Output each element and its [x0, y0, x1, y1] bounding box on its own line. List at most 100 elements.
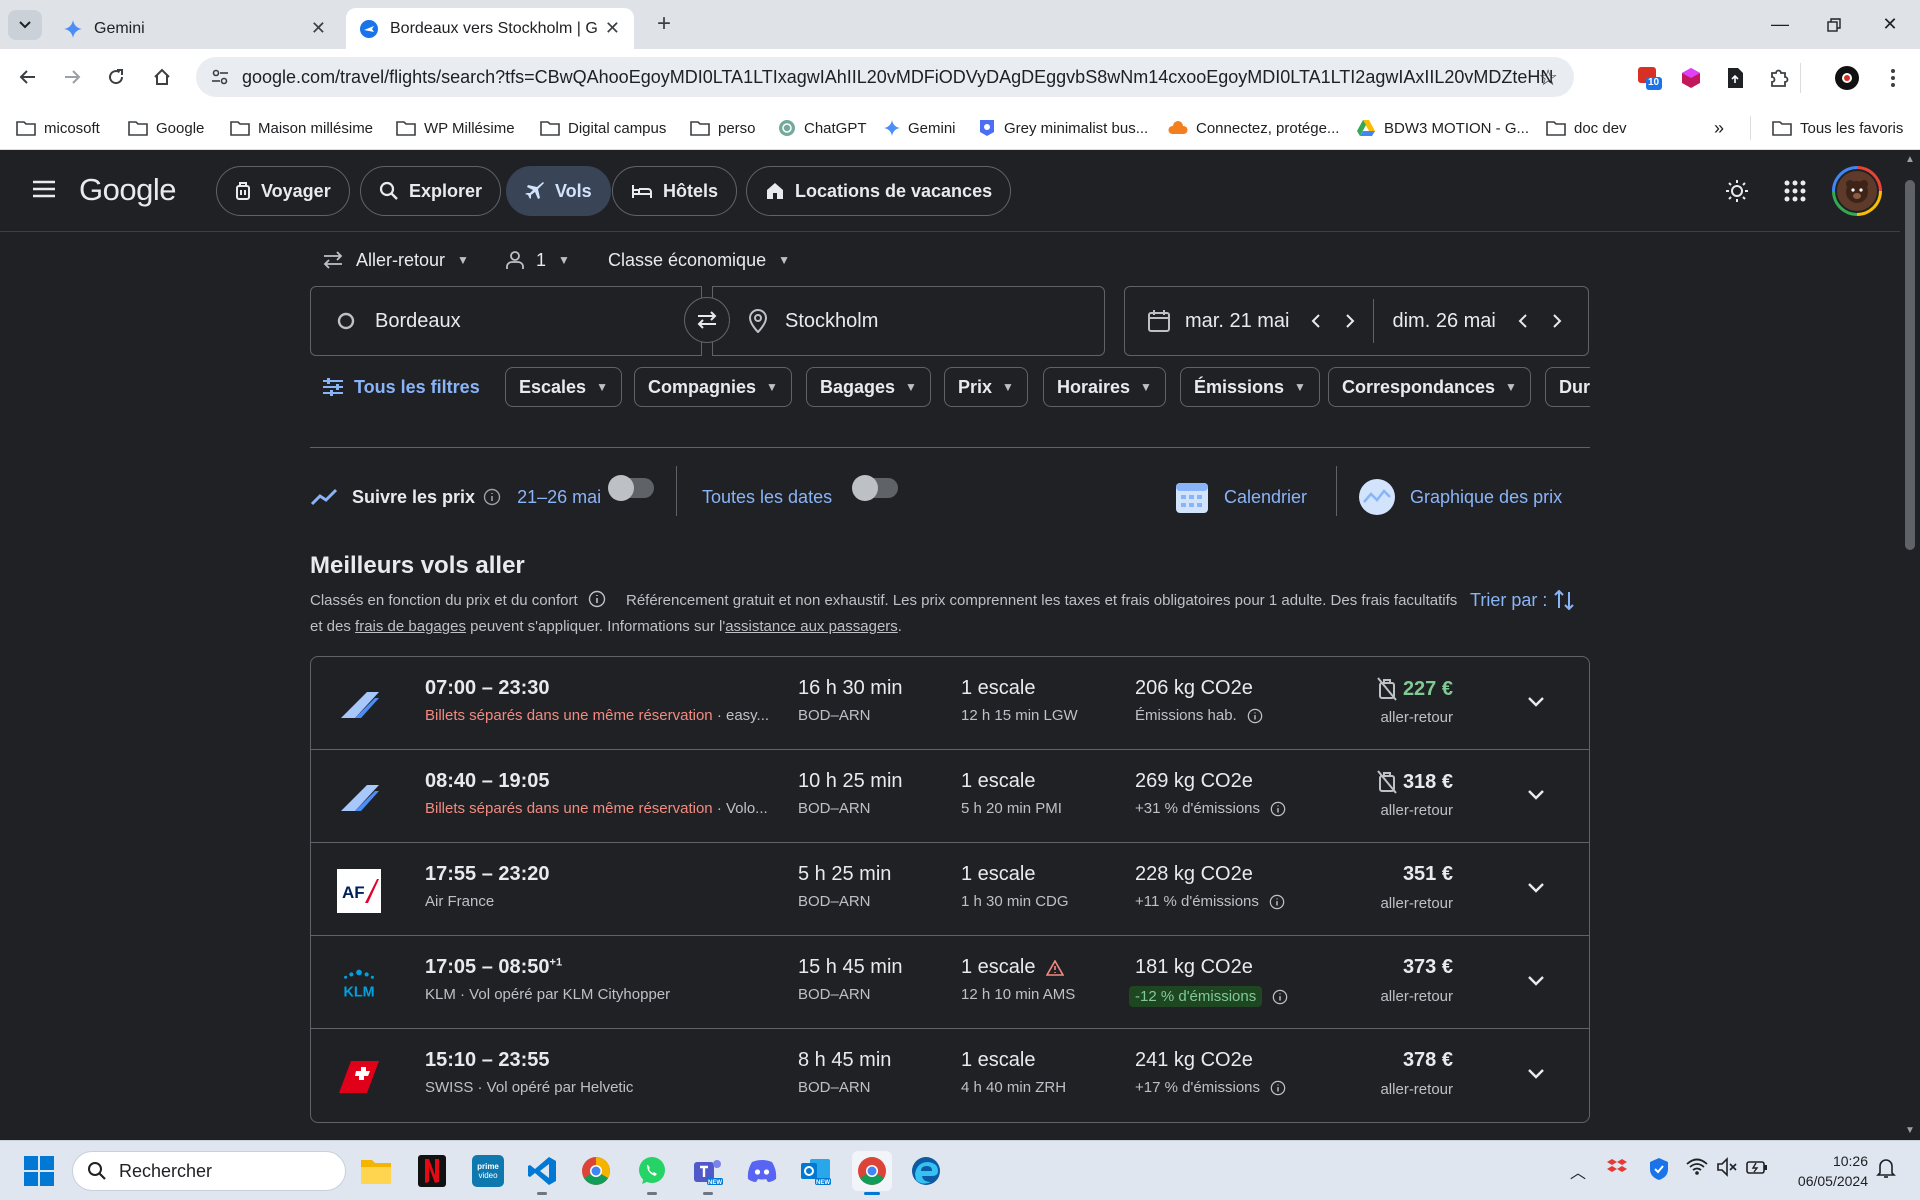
- account-avatar[interactable]: [1832, 166, 1882, 216]
- expand-chevron-icon[interactable]: [1521, 780, 1551, 810]
- forward-button[interactable]: [56, 61, 88, 93]
- filter-bagages[interactable]: Bagages ▼: [806, 367, 931, 407]
- main-menu-icon[interactable]: [32, 180, 56, 203]
- return-date[interactable]: dim. 26 mai: [1392, 310, 1495, 333]
- google-logo[interactable]: Google: [79, 172, 176, 208]
- windows-start-icon[interactable]: [24, 1156, 54, 1191]
- filter-horaires[interactable]: Horaires ▼: [1043, 367, 1166, 407]
- whatsapp-icon[interactable]: [632, 1151, 672, 1195]
- tab-search-button[interactable]: [8, 10, 42, 40]
- dropbox-tray-icon[interactable]: [1606, 1157, 1628, 1184]
- restore-button[interactable]: [1806, 0, 1862, 49]
- all-filters-button[interactable]: Tous les filtres: [322, 367, 480, 407]
- filter-correspondances[interactable]: Correspondances ▼: [1328, 367, 1531, 407]
- bookmark-drive[interactable]: BDW3 MOTION - G...: [1356, 106, 1529, 150]
- next-return-icon[interactable]: [1552, 313, 1562, 329]
- bookmark-canva[interactable]: Grey minimalist bus...: [978, 106, 1148, 150]
- info-icon[interactable]: [588, 590, 606, 608]
- flight-result-row[interactable]: 08:40 – 19:05 Billets séparés dans une mê…: [311, 750, 1589, 843]
- cabin-class-select[interactable]: Classe économique ▼: [608, 240, 790, 280]
- passengers-select[interactable]: 1 ▼: [506, 240, 570, 280]
- tab-gemini[interactable]: Gemini ✕: [50, 8, 340, 49]
- security-shield-icon[interactable]: [1648, 1157, 1670, 1186]
- filter-prix[interactable]: Prix ▼: [944, 367, 1028, 407]
- more-bookmarks-icon[interactable]: »: [1714, 106, 1724, 150]
- track-dates-toggle[interactable]: [608, 475, 654, 501]
- bookmark-folder[interactable]: Maison millésime: [230, 106, 373, 150]
- baggage-fees-link[interactable]: frais de bagages: [355, 618, 466, 635]
- page-scrollbar[interactable]: ▲ ▼: [1900, 150, 1920, 1140]
- file-extension-icon[interactable]: [1722, 65, 1748, 91]
- menu-kebab-icon[interactable]: [1880, 65, 1906, 91]
- expand-chevron-icon[interactable]: [1521, 873, 1551, 903]
- site-settings-icon[interactable]: [210, 67, 230, 92]
- vscode-icon[interactable]: [522, 1151, 562, 1195]
- bookmark-folder[interactable]: Digital campus: [540, 106, 666, 150]
- flight-result-row[interactable]: 07:00 – 23:30 Billets séparés dans une mê…: [311, 657, 1589, 750]
- apps-grid-icon[interactable]: [1784, 180, 1806, 207]
- bookmark-folder[interactable]: micosoft: [16, 106, 100, 150]
- nav-vols[interactable]: Vols: [506, 166, 611, 216]
- notification-bell-icon[interactable]: [1876, 1157, 1896, 1184]
- filter-escales[interactable]: Escales ▼: [505, 367, 622, 407]
- flight-result-row[interactable]: KLM 17:05 – 08:50+1 KLM · Vol opéré par KL…: [311, 936, 1589, 1029]
- scroll-down-icon[interactable]: ▼: [1905, 1125, 1915, 1136]
- filter-emissions[interactable]: Émissions ▼: [1180, 367, 1320, 407]
- calendar-button[interactable]: Calendrier: [1174, 472, 1307, 522]
- bookmark-chatgpt[interactable]: ChatGPT: [778, 106, 867, 150]
- extension-badge-icon[interactable]: 10: [1636, 65, 1662, 91]
- scroll-up-icon[interactable]: ▲: [1905, 154, 1915, 165]
- taskbar-search[interactable]: Rechercher: [72, 1151, 346, 1191]
- edge-icon[interactable]: [906, 1151, 946, 1191]
- nav-voyager[interactable]: Voyager: [216, 166, 350, 216]
- bookmark-folder[interactable]: doc dev: [1546, 106, 1627, 150]
- bookmark-gemini[interactable]: Gemini: [884, 106, 956, 150]
- home-button[interactable]: [146, 61, 178, 93]
- info-icon[interactable]: [1269, 894, 1285, 910]
- nav-vacation-rentals[interactable]: Locations de vacances: [746, 166, 1012, 216]
- nav-hotels[interactable]: Hôtels: [612, 166, 738, 216]
- flight-result-row[interactable]: 15:10 – 23:55 SWISS · Vol opéré par Helve…: [311, 1029, 1589, 1122]
- flight-result-row[interactable]: AF 17:55 – 23:20 Air France 5 h 25 min BOD–A…: [311, 843, 1589, 936]
- chrome-icon[interactable]: [576, 1151, 616, 1191]
- filter-duree[interactable]: Duré: [1545, 367, 1590, 407]
- expand-chevron-icon[interactable]: [1521, 687, 1551, 717]
- extensions-puzzle-icon[interactable]: [1766, 65, 1792, 91]
- price-graph-button[interactable]: Graphique des prix: [1358, 472, 1562, 522]
- passenger-assistance-link[interactable]: assistance aux passagers: [725, 618, 898, 635]
- origin-field[interactable]: Bordeaux: [310, 286, 702, 356]
- reload-button[interactable]: [100, 61, 132, 93]
- info-icon[interactable]: [1247, 708, 1263, 724]
- info-icon[interactable]: [1270, 801, 1286, 817]
- bookmark-folder[interactable]: perso: [690, 106, 756, 150]
- prev-depart-icon[interactable]: [1311, 313, 1321, 329]
- close-tab-icon[interactable]: ✕: [311, 18, 326, 39]
- close-window-button[interactable]: ✕: [1862, 0, 1918, 49]
- volume-muted-icon[interactable]: [1716, 1157, 1738, 1182]
- taskbar-clock[interactable]: 10:26 06/05/2024: [1798, 1151, 1868, 1191]
- file-explorer-icon[interactable]: [356, 1151, 396, 1191]
- tab-flights[interactable]: Bordeaux vers Stockholm | Goo ✕: [346, 8, 634, 49]
- wifi-icon[interactable]: [1686, 1157, 1708, 1182]
- info-icon[interactable]: [1272, 989, 1288, 1005]
- trip-type-select[interactable]: Aller-retour ▼: [322, 240, 469, 280]
- back-button[interactable]: [12, 61, 44, 93]
- chrome-active-icon[interactable]: [852, 1151, 892, 1195]
- info-icon[interactable]: [483, 488, 501, 506]
- expand-chevron-icon[interactable]: [1521, 1059, 1551, 1089]
- bookmark-cloud[interactable]: Connectez, protége...: [1168, 106, 1339, 150]
- depart-date[interactable]: mar. 21 mai: [1185, 310, 1289, 333]
- close-tab-icon[interactable]: ✕: [605, 18, 620, 39]
- bookmark-folder[interactable]: WP Millésime: [396, 106, 515, 150]
- outlook-icon[interactable]: NEW: [796, 1151, 836, 1191]
- info-icon[interactable]: [1270, 1080, 1286, 1096]
- destination-field[interactable]: Stockholm: [712, 286, 1105, 356]
- date-range-field[interactable]: mar. 21 mai dim. 26 mai: [1124, 286, 1589, 356]
- teams-icon[interactable]: NEW: [688, 1151, 728, 1195]
- tray-chevron-up-icon[interactable]: ︿: [1570, 1159, 1586, 1183]
- all-dates-toggle[interactable]: [852, 475, 898, 501]
- scroll-thumb[interactable]: [1905, 180, 1915, 550]
- prime-video-icon[interactable]: prime video: [468, 1151, 508, 1191]
- profile-avatar-icon[interactable]: [1834, 65, 1860, 91]
- theme-toggle-icon[interactable]: [1726, 180, 1748, 207]
